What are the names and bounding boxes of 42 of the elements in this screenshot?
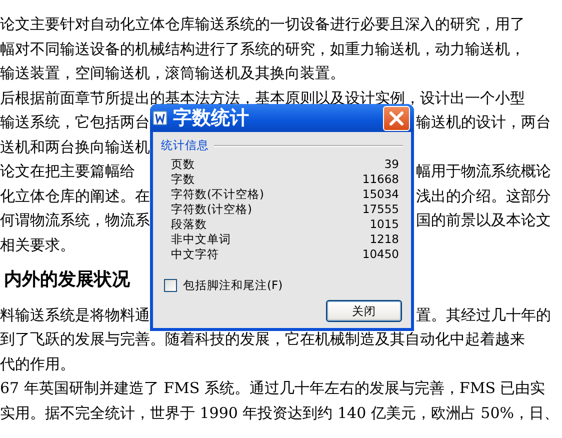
stat-label: 字数: [171, 172, 195, 187]
document-text: 国的前景以及本论文: [416, 210, 552, 231]
close-icon: [388, 110, 405, 126]
close-button[interactable]: [383, 106, 410, 130]
document-text: 代的作用。: [0, 354, 75, 374]
document-text: 到了飞跃的发展与完善。随着科技的发展，它在机械制造及其自动化中起着越来: [0, 329, 525, 350]
checkbox[interactable]: [164, 279, 177, 292]
section-heading: 内外的发展状况: [4, 269, 130, 290]
stat-label: 非中文单词: [171, 232, 231, 247]
stat-value: 1218: [370, 232, 399, 247]
stat-label: 页数: [171, 157, 195, 172]
document-text: 输送机的设计，两台: [416, 112, 552, 133]
document-text: 化立体仓库的阐述。在: [0, 186, 150, 206]
document-text: 实用。据不完全统计，世界于 1990 年投资达到约 140 亿美元，欧洲占 50%，日、: [0, 402, 559, 424]
close-dialog-button[interactable]: 关闭: [326, 300, 402, 322]
document-text: 输送系统，它包括两台: [0, 112, 150, 133]
stat-value: 1015: [370, 217, 399, 232]
document-text: 67 年英国研制并建造了 FMS 系统。通过几十年左右的发展与完善，FMS 已由实: [0, 378, 546, 399]
document-text: 何谓物流系统，物流系: [0, 210, 150, 231]
document-text: 送机和两台换向输送机: [0, 136, 150, 158]
stat-label: 字符数(计空格): [171, 202, 252, 217]
document-text: 相关要求。: [0, 234, 75, 256]
stat-label: 中文字符: [171, 247, 219, 262]
stat-label: 字符数(不计空格): [171, 187, 264, 202]
document-text: 料输送系统是将物料通: [0, 304, 150, 326]
document-text: 幅对不同输送设备的机械结构进行了系统的研究，如重力输送机，动力输送机，: [0, 38, 525, 60]
stat-value: 15034: [362, 187, 399, 202]
document-text: 论文在把主要篇幅给: [0, 161, 136, 182]
document-text: 输送装置，空间输送机，滚筒输送机及其换向装置。: [0, 63, 345, 84]
stat-label: 段落数: [171, 217, 207, 232]
document-text: 论文主要针对自动化立体仓库输送系统的一切设备进行必要且深入的研究，用了: [0, 14, 525, 35]
checkbox-label: 包括脚注和尾注(F): [183, 278, 283, 293]
stat-value: 10450: [362, 247, 399, 262]
document-text: 置。其经过几十年的: [416, 304, 552, 326]
document-text: 浅出的介绍。这部分: [416, 186, 552, 206]
document-text: 幅用于物流系统概论: [416, 161, 552, 182]
window-title: 字数统计: [173, 106, 250, 131]
stat-value: 11668: [362, 172, 399, 187]
stat-value: 17555: [362, 202, 399, 217]
document-icon: [153, 111, 167, 125]
group-title: 统计信息: [161, 138, 209, 153]
stat-value: 39: [384, 157, 399, 172]
